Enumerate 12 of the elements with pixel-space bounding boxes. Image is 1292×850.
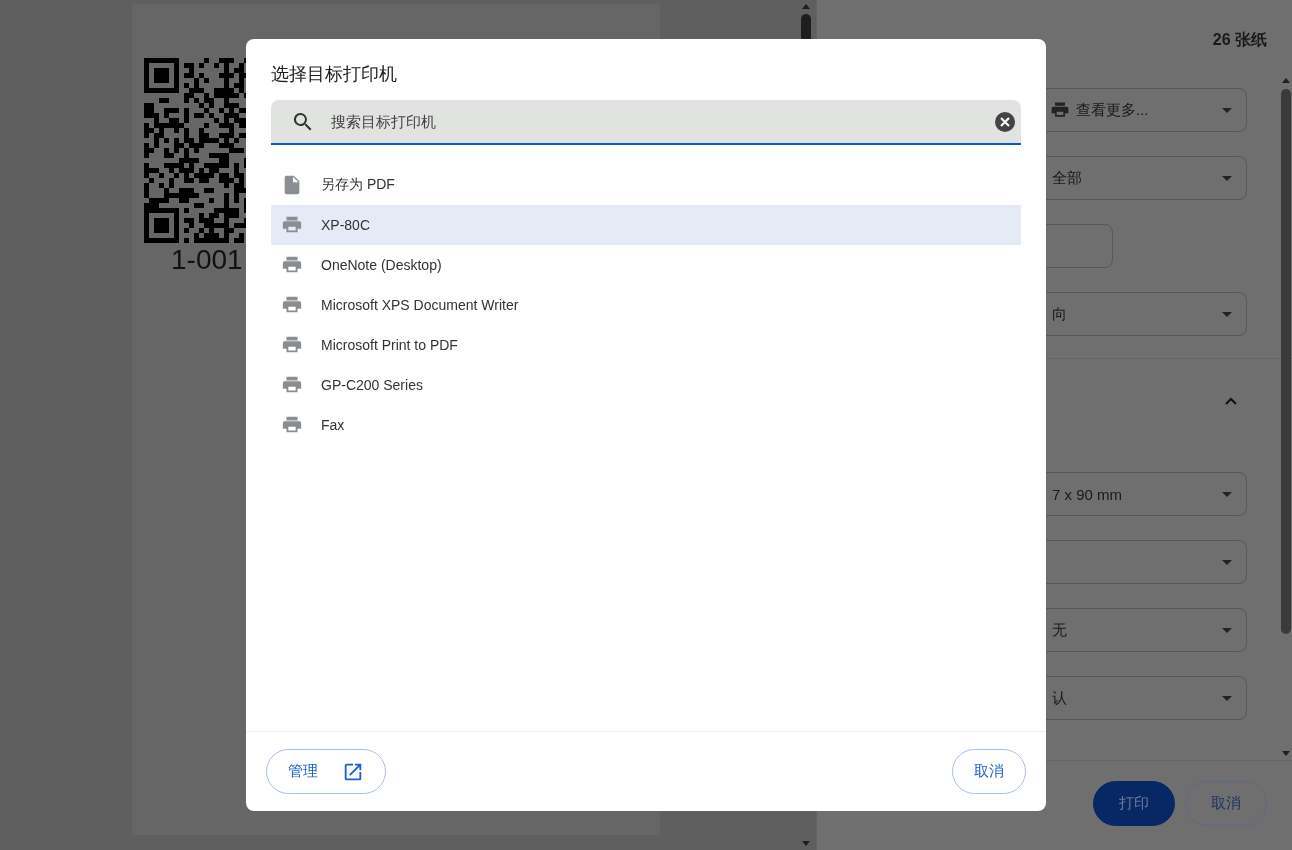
printer-list-item[interactable]: Fax: [271, 405, 1021, 445]
dialog-title: 选择目标打印机: [271, 63, 398, 86]
print-button[interactable]: 打印: [1093, 781, 1175, 826]
printer-list-item[interactable]: GP-C200 Series: [271, 365, 1021, 405]
code-label: 1-001: [171, 243, 244, 277]
manage-button[interactable]: 管理: [266, 749, 386, 794]
search-field[interactable]: 搜索目标打印机: [271, 100, 1021, 145]
printer-list-item[interactable]: XP-80C: [271, 205, 1021, 245]
sheet-count: 26 张纸: [1212, 30, 1267, 50]
cancel-button[interactable]: 取消: [952, 749, 1026, 794]
search-input[interactable]: 搜索目标打印机: [329, 112, 995, 131]
printer-list-item[interactable]: OneNote (Desktop): [271, 245, 1021, 285]
